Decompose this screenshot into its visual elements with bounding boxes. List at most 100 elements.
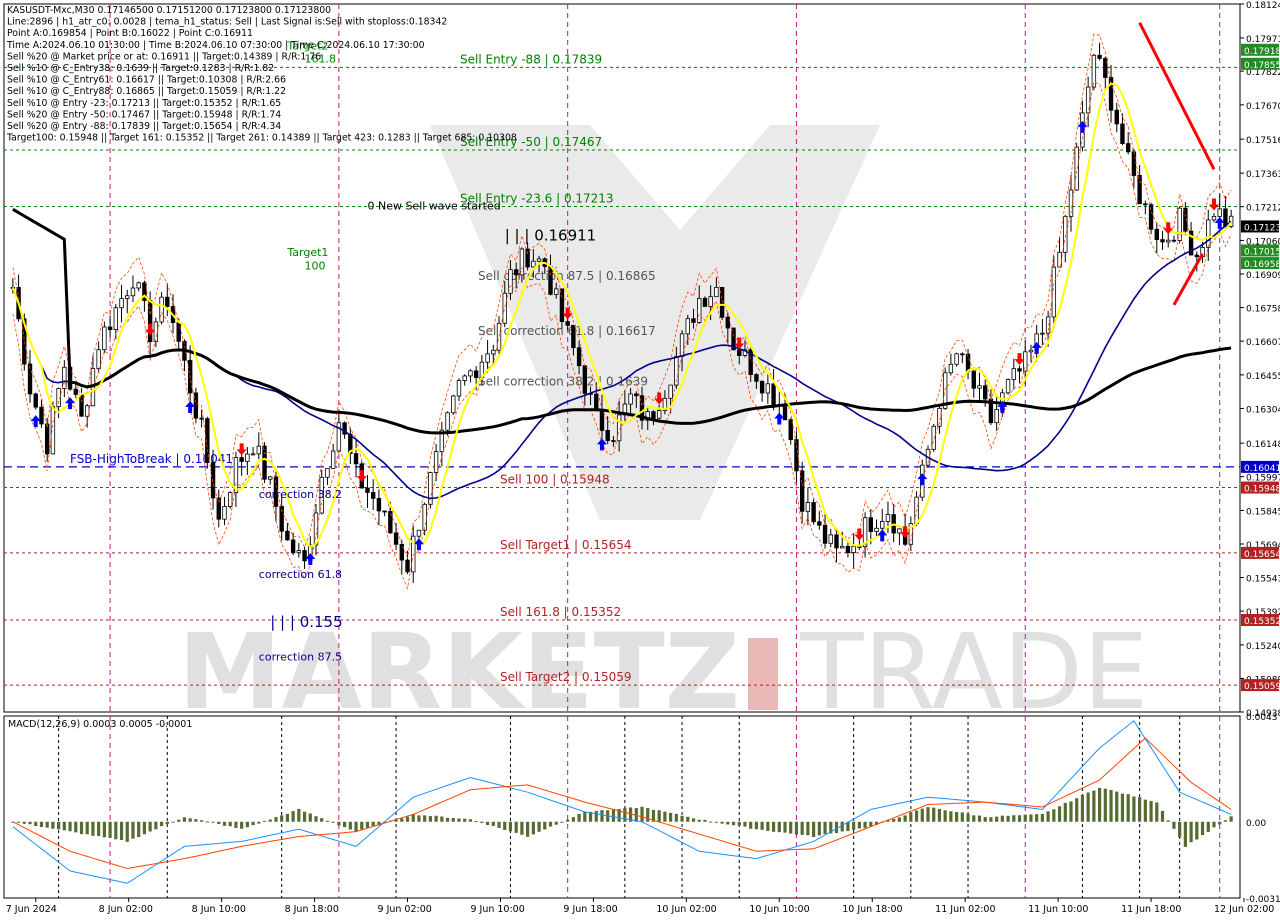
macd-bar-195 bbox=[1126, 794, 1130, 822]
macd-bar-173 bbox=[1000, 815, 1004, 822]
candle-body-180 bbox=[1040, 332, 1045, 335]
macd-bar-53 bbox=[314, 816, 318, 822]
candle-body-136 bbox=[788, 419, 793, 440]
macd-bar-202 bbox=[1166, 820, 1170, 822]
candle-body-197 bbox=[1137, 175, 1142, 205]
macd-bar-75 bbox=[440, 816, 444, 822]
macd-bar-162 bbox=[937, 809, 942, 822]
candle-body-43 bbox=[256, 445, 262, 455]
macd-bar-91 bbox=[531, 821, 535, 835]
x-tick-label-0: 7 Jun 2024 bbox=[6, 904, 57, 915]
candle-body-211 bbox=[1217, 208, 1222, 217]
macd-bar-133 bbox=[771, 821, 776, 832]
macd-bar-10 bbox=[68, 821, 72, 832]
macd-bar-192 bbox=[1109, 789, 1113, 822]
macd-bar-93 bbox=[543, 821, 547, 830]
candle-body-131 bbox=[759, 380, 765, 394]
macd-bar-78 bbox=[457, 818, 461, 822]
y-tick-label-17: 0.15543 bbox=[1246, 575, 1280, 585]
candle-body-188 bbox=[1085, 86, 1091, 114]
candle-body-74 bbox=[433, 451, 439, 473]
info-line-9: Sell %20 @ Entry -50: 0.17467 || Target:… bbox=[7, 109, 281, 120]
macd-bar-77 bbox=[451, 818, 455, 822]
macd-bar-97 bbox=[566, 819, 570, 822]
candle-body-83 bbox=[485, 353, 490, 363]
macd-bar-105 bbox=[611, 808, 616, 822]
candle-body-195 bbox=[1125, 143, 1131, 153]
macd-bar-41 bbox=[245, 821, 249, 828]
candle-body-81 bbox=[473, 370, 479, 378]
macd-bar-71 bbox=[417, 815, 421, 822]
macd-bar-131 bbox=[760, 821, 764, 830]
candle-body-21 bbox=[130, 287, 136, 297]
macd-bar-6 bbox=[45, 821, 49, 828]
macd-bar-82 bbox=[480, 821, 484, 824]
y-tick-label-8: 0.16909 bbox=[1246, 271, 1280, 281]
candle-body-95 bbox=[554, 288, 559, 295]
y-tick-label-15: 0.15845 bbox=[1246, 507, 1280, 517]
level-label-6: Sell 100 | 0.15948 bbox=[500, 473, 610, 487]
macd-bar-28 bbox=[171, 821, 175, 823]
macd-bar-61 bbox=[360, 821, 364, 830]
macd-bar-179 bbox=[1035, 814, 1039, 822]
candle-body-125 bbox=[725, 316, 731, 329]
macd-bar-204 bbox=[1178, 821, 1182, 838]
macd-bar-43 bbox=[257, 821, 261, 824]
macd-bar-159 bbox=[920, 808, 924, 822]
macd-bar-56 bbox=[331, 821, 335, 823]
macd-bar-164 bbox=[949, 811, 953, 822]
y-tick-label-12: 0.16304 bbox=[1246, 405, 1280, 415]
candle-body-18 bbox=[113, 307, 119, 330]
x-tick-label-6: 9 Jun 18:00 bbox=[563, 904, 617, 915]
macd-bar-88 bbox=[514, 821, 518, 833]
x-tick-label-10: 11 Jun 02:00 bbox=[935, 904, 995, 915]
macd-bar-203 bbox=[1172, 821, 1176, 829]
macd-bar-126 bbox=[731, 821, 736, 826]
candle-body-84 bbox=[491, 349, 496, 355]
candle-body-164 bbox=[948, 363, 954, 374]
macd-bar-60 bbox=[354, 821, 358, 832]
candle-body-165 bbox=[954, 353, 959, 365]
macd-bar-16 bbox=[102, 821, 106, 838]
candle-body-99 bbox=[576, 347, 582, 367]
macd-bar-9 bbox=[62, 821, 66, 831]
macd-bar-58 bbox=[342, 821, 347, 828]
macd-bar-178 bbox=[1029, 814, 1033, 822]
macd-bar-145 bbox=[840, 821, 844, 832]
candle-body-105 bbox=[611, 440, 616, 442]
candle-body-77 bbox=[451, 395, 456, 414]
macd-bar-59 bbox=[348, 821, 352, 830]
candle-body-88 bbox=[513, 269, 519, 276]
candle-body-76 bbox=[445, 412, 450, 431]
candle-body-66 bbox=[388, 511, 393, 534]
macd-bar-127 bbox=[737, 821, 741, 826]
macd-bar-69 bbox=[405, 816, 410, 822]
candle-body-63 bbox=[370, 492, 376, 499]
candle-body-102 bbox=[594, 393, 599, 411]
candle-body-190 bbox=[1097, 54, 1102, 59]
info-line-10: Sell %20 @ Entry -88: 0.17839 || Target:… bbox=[7, 121, 281, 132]
info-line-0: KASUSDT-Mxc,M30 0.17146500 0.17151200 0.… bbox=[7, 5, 331, 16]
macd-bar-196 bbox=[1132, 796, 1136, 822]
candle-body-177 bbox=[1023, 351, 1028, 372]
macd-bar-139 bbox=[806, 821, 810, 836]
macd-bar-84 bbox=[491, 821, 495, 826]
macd-bar-76 bbox=[445, 817, 450, 822]
macd-bar-42 bbox=[251, 821, 255, 826]
candle-body-121 bbox=[702, 297, 708, 307]
x-tick-label-7: 10 Jun 02:00 bbox=[656, 904, 716, 915]
macd-bar-184 bbox=[1063, 802, 1067, 822]
candle-body-65 bbox=[382, 510, 387, 513]
macd-bar-81 bbox=[474, 821, 478, 823]
candle-body-80 bbox=[468, 370, 473, 377]
candle-body-146 bbox=[845, 545, 851, 553]
candle-body-174 bbox=[1005, 379, 1011, 394]
macd-bar-8 bbox=[57, 821, 61, 830]
annotation-2: Target1 bbox=[286, 246, 328, 259]
candle-body-89 bbox=[519, 248, 525, 276]
macd-bar-117 bbox=[680, 815, 684, 822]
macd-bar-141 bbox=[817, 821, 821, 836]
candle-body-202 bbox=[1166, 239, 1171, 243]
macd-bar-165 bbox=[954, 812, 959, 822]
price-tag-5: 0.16041 bbox=[1244, 464, 1280, 474]
